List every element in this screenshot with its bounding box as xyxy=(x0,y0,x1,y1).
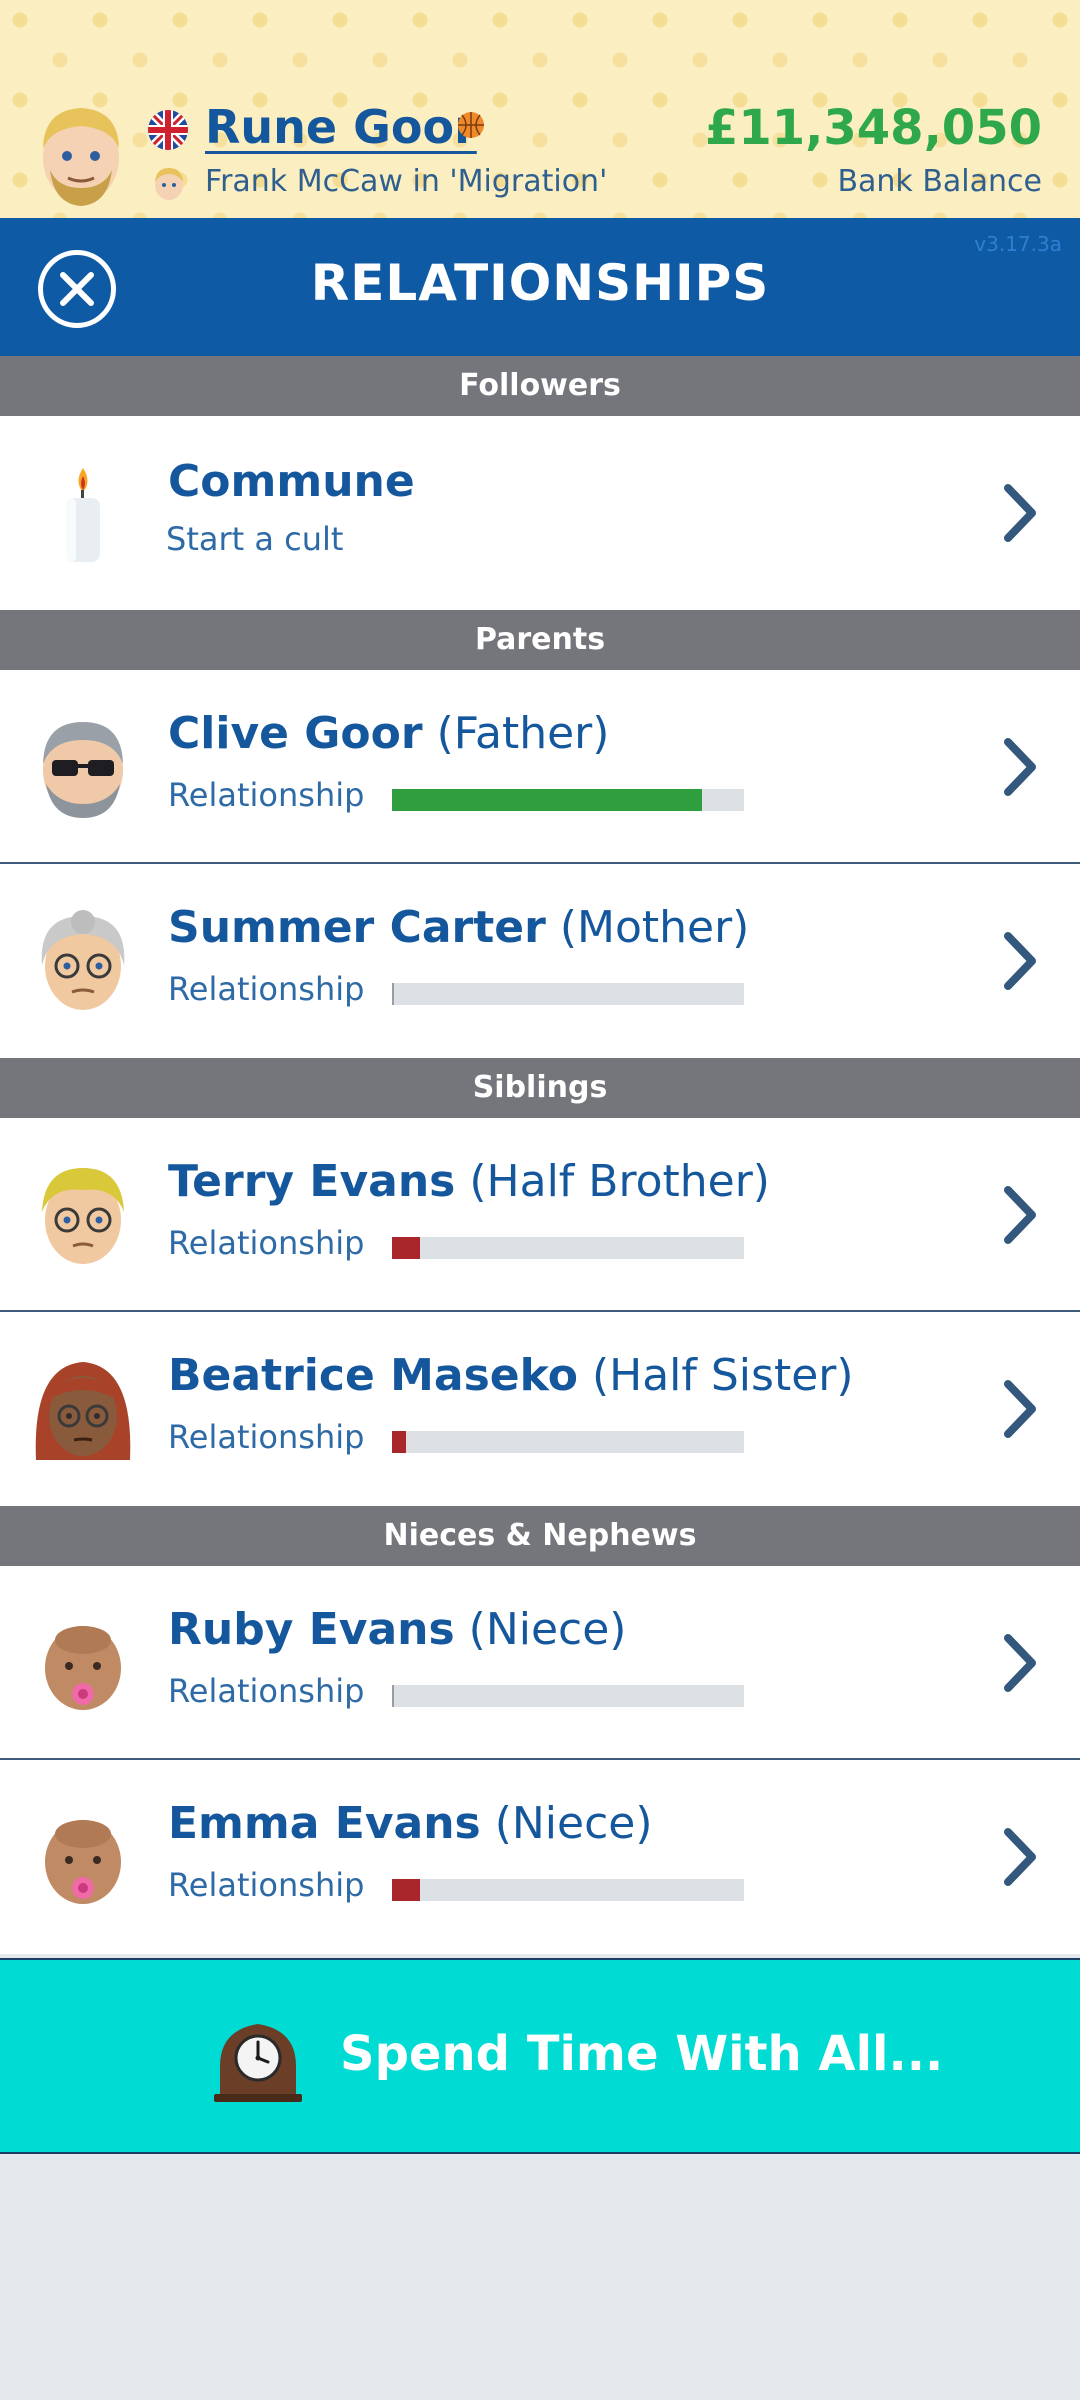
relationship-label: Relationship xyxy=(168,1866,365,1904)
person-row-emma-evans[interactable]: Emma Evans (Niece) Relationship xyxy=(0,1760,1080,1954)
chevron-right-icon xyxy=(1004,1828,1036,1886)
mantel-clock-icon xyxy=(214,2024,302,2102)
bank-balance-label: Bank Balance xyxy=(837,164,1042,199)
chevron-right-icon xyxy=(1004,484,1036,542)
avatar xyxy=(42,1168,124,1264)
relationship-bar-fill xyxy=(392,1431,406,1453)
chevron-right-icon xyxy=(1004,1380,1036,1438)
chevron-right-icon xyxy=(1004,932,1036,990)
person-name: Beatrice Maseko xyxy=(168,1350,578,1401)
avatar xyxy=(35,1362,131,1460)
page-title: RELATIONSHIPS xyxy=(310,254,770,312)
bank-balance: £11,348,050 xyxy=(704,100,1042,156)
chevron-right-icon xyxy=(1004,738,1036,796)
person-title: Beatrice Maseko (Half Sister) xyxy=(168,1350,854,1401)
basketball-icon xyxy=(458,112,484,138)
person-row-beatrice-maseko[interactable]: Beatrice Maseko (Half Sister) Relationsh… xyxy=(0,1312,1080,1506)
relationship-label: Relationship xyxy=(168,970,365,1008)
person-title: Emma Evans (Niece) xyxy=(168,1798,653,1849)
relationship-bar xyxy=(392,1237,744,1259)
person-relation: (Father) xyxy=(436,708,610,759)
avatar xyxy=(45,1626,121,1710)
person-title: Ruby Evans (Niece) xyxy=(168,1604,626,1655)
chevron-right-icon xyxy=(1004,1186,1036,1244)
relationship-bar xyxy=(392,983,744,1005)
relationship-bar xyxy=(392,1685,744,1707)
person-row-terry-evans[interactable]: Terry Evans (Half Brother) Relationship xyxy=(0,1118,1080,1312)
avatar xyxy=(43,722,123,818)
relationship-bar-fill xyxy=(392,1879,420,1901)
player-name-link[interactable]: Rune Goor xyxy=(205,100,477,160)
person-title: Clive Goor (Father) xyxy=(168,708,609,759)
person-name: Clive Goor xyxy=(168,708,423,759)
player-header: Rune Goor Frank McCaw in 'Migration' £11… xyxy=(0,0,1080,218)
relationships-list: Followers Commune Start a cult Parents C… xyxy=(0,356,1080,1954)
candle-icon xyxy=(66,468,100,562)
relationship-label: Relationship xyxy=(168,1224,365,1262)
spend-time-with-all-button[interactable]: Spend Time With All... xyxy=(0,1958,1080,2154)
relationship-bar-fill xyxy=(392,983,394,1005)
relationship-label: Relationship xyxy=(168,1672,365,1710)
relationship-bar-fill xyxy=(392,789,702,811)
player-avatar[interactable] xyxy=(34,100,128,208)
person-row-ruby-evans[interactable]: Ruby Evans (Niece) Relationship xyxy=(0,1566,1080,1760)
person-name: Ruby Evans xyxy=(168,1604,455,1655)
section-header-parents: Parents xyxy=(0,610,1080,670)
person-relation: (Mother) xyxy=(559,902,750,953)
person-relation: (Niece) xyxy=(468,1604,627,1655)
person-title: Terry Evans (Half Brother) xyxy=(168,1156,770,1207)
relationship-bar-fill xyxy=(392,1685,394,1707)
person-relation: (Niece) xyxy=(494,1798,653,1849)
title-bar: RELATIONSHIPS v3.17.3a xyxy=(0,218,1080,356)
version-label: v3.17.3a xyxy=(974,232,1062,256)
uk-flag-icon xyxy=(148,110,188,150)
chevron-right-icon xyxy=(1004,1634,1036,1692)
relationship-label: Relationship xyxy=(168,1418,365,1456)
section-header-followers: Followers xyxy=(0,356,1080,416)
person-relation: (Half Sister) xyxy=(591,1350,854,1401)
spend-time-label: Spend Time With All... xyxy=(340,2026,944,2082)
relationship-bar xyxy=(392,789,744,811)
person-row-clive-goor[interactable]: Clive Goor (Father) Relationship xyxy=(0,670,1080,864)
relationship-bar-fill xyxy=(392,1237,420,1259)
section-header-nieces-nephews: Nieces & Nephews xyxy=(0,1506,1080,1566)
avatar xyxy=(41,910,125,1010)
person-relation: (Half Brother) xyxy=(469,1156,770,1207)
avatar xyxy=(45,1820,121,1904)
section-header-siblings: Siblings xyxy=(0,1058,1080,1118)
commune-title: Commune xyxy=(168,456,415,507)
commune-subtitle: Start a cult xyxy=(166,520,344,558)
person-title: Summer Carter (Mother) xyxy=(168,902,749,953)
person-name: Emma Evans xyxy=(168,1798,481,1849)
job-status: Frank McCaw in 'Migration' xyxy=(205,164,608,199)
person-row-summer-carter[interactable]: Summer Carter (Mother) Relationship xyxy=(0,864,1080,1058)
person-name: Summer Carter xyxy=(168,902,546,953)
relationship-label: Relationship xyxy=(168,776,365,814)
commune-row[interactable]: Commune Start a cult xyxy=(0,416,1080,610)
person-name: Terry Evans xyxy=(168,1156,456,1207)
relationship-bar xyxy=(392,1431,744,1453)
relationship-bar xyxy=(392,1879,744,1901)
job-avatar-icon xyxy=(155,168,183,200)
commune-title-text: Commune xyxy=(168,456,415,507)
